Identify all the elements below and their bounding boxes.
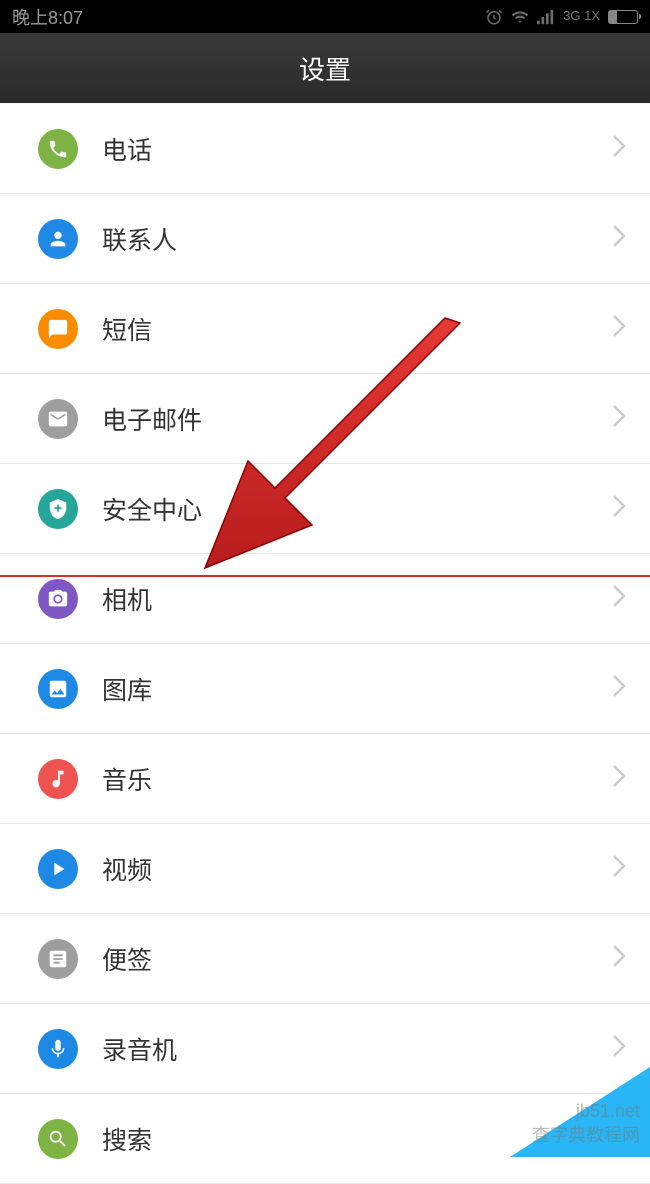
camera-icon: [38, 579, 78, 619]
search-icon: [38, 1119, 78, 1159]
list-item-person[interactable]: 联系人: [0, 194, 650, 284]
play-icon: [38, 849, 78, 889]
music-icon: [38, 759, 78, 799]
chat-icon: [38, 309, 78, 349]
list-item-play[interactable]: 视频: [0, 824, 650, 914]
chevron-right-icon: [612, 763, 626, 795]
list-item-shield[interactable]: 安全中心: [0, 464, 650, 554]
shield-icon: [38, 489, 78, 529]
gallery-icon: [38, 669, 78, 709]
wifi-icon: [511, 8, 529, 26]
annotation-line: [0, 575, 650, 577]
page-title: 设置: [299, 50, 351, 87]
watermark-text: jb51.net 查字典教程网: [532, 1100, 640, 1147]
list-item-chat[interactable]: 短信: [0, 284, 650, 374]
item-label: 电话: [102, 131, 612, 167]
item-label: 图库: [102, 671, 612, 707]
phone-icon: [38, 129, 78, 169]
list-item-mail[interactable]: 电子邮件: [0, 374, 650, 464]
list-item-music[interactable]: 音乐: [0, 734, 650, 824]
list-item-gallery[interactable]: 图库: [0, 644, 650, 734]
chevron-right-icon: [612, 403, 626, 435]
list-item-camera[interactable]: 相机: [0, 554, 650, 644]
status-icons: 3G 1X: [485, 8, 638, 26]
chevron-right-icon: [612, 673, 626, 705]
item-label: 相机: [102, 581, 612, 617]
item-label: 安全中心: [102, 491, 612, 527]
signal-icon: [537, 9, 555, 25]
status-time: 晚上8:07: [12, 4, 83, 30]
item-label: 录音机: [102, 1031, 612, 1067]
chevron-right-icon: [612, 1033, 626, 1065]
item-label: 音乐: [102, 761, 612, 797]
note-icon: [38, 939, 78, 979]
chevron-right-icon: [612, 853, 626, 885]
recorder-icon: [38, 1029, 78, 1069]
chevron-right-icon: [612, 493, 626, 525]
chevron-right-icon: [612, 583, 626, 615]
item-label: 联系人: [102, 221, 612, 257]
battery-icon: [608, 10, 638, 24]
item-label: 短信: [102, 311, 612, 347]
item-label: 电子邮件: [102, 401, 612, 437]
list-item-note[interactable]: 便签: [0, 914, 650, 1004]
signal-text: 3G 1X: [563, 9, 600, 23]
chevron-right-icon: [612, 223, 626, 255]
alarm-icon: [485, 8, 503, 26]
chevron-right-icon: [612, 313, 626, 345]
item-label: 便签: [102, 941, 612, 977]
header: 设置: [0, 33, 650, 103]
status-bar: 晚上8:07 3G 1X: [0, 0, 650, 33]
item-label: 视频: [102, 851, 612, 887]
settings-list: 电话联系人短信电子邮件安全中心相机图库音乐视频便签录音机搜索: [0, 104, 650, 1184]
chevron-right-icon: [612, 133, 626, 165]
chevron-right-icon: [612, 943, 626, 975]
mail-icon: [38, 399, 78, 439]
person-icon: [38, 219, 78, 259]
list-item-phone[interactable]: 电话: [0, 104, 650, 194]
